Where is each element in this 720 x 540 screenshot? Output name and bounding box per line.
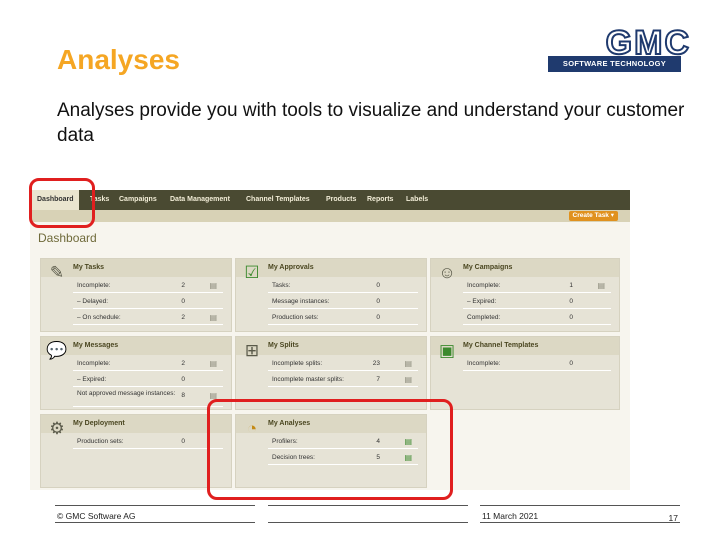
panel-my-messages: 💬 My Messages Incomplete: 2 ▤ – Expired: 0 … — [40, 336, 232, 410]
table-row[interactable]: Incomplete master splits: 7 ▤ — [268, 373, 418, 387]
logo-tagline: SOFTWARE TECHNOLOGY — [562, 59, 667, 68]
table-row[interactable]: Incomplete: 0 — [463, 357, 611, 371]
devices-icon: ▣ — [438, 341, 456, 360]
table-row[interactable]: Incomplete: 2 ▤ — [73, 357, 223, 371]
table-row[interactable]: Production sets: 0 — [268, 311, 418, 325]
deployment-icon: ⚙ — [49, 419, 65, 438]
table-row[interactable]: – On schedule: 2 ▤ — [73, 311, 223, 325]
table-row[interactable]: Incomplete splits: 23 ▤ — [268, 357, 418, 371]
dashboard-tab-highlight — [29, 178, 95, 228]
table-row[interactable]: – Expired: 0 — [73, 373, 223, 387]
split-icon: ⊞ — [244, 341, 260, 360]
speech-bubbles-icon: 💬 — [46, 341, 68, 360]
table-row[interactable]: Completed: 0 — [463, 311, 611, 325]
gmc-logo: GMC SOFTWARE TECHNOLOGY — [548, 24, 691, 72]
create-task-button[interactable]: Create Task ▾ — [568, 211, 618, 221]
footer-right: 11 March 2021 17 — [480, 505, 680, 523]
panel-my-deployment: ⚙ My Deployment Production sets: 0 — [40, 414, 232, 488]
panel-title[interactable]: My Splits — [268, 342, 299, 349]
tab-channel-templates[interactable]: Channel Templates — [246, 190, 310, 210]
slide-subtitle: Analyses provide you with tools to visua… — [57, 100, 685, 146]
toolbar: Create Task ▾ — [30, 210, 630, 222]
table-row[interactable]: Not approved message instances: 8 ▤ — [73, 389, 223, 407]
main-nav: Dashboard Tasks Campaigns Data Managemen… — [30, 190, 630, 210]
panel-title[interactable]: My Campaigns — [463, 264, 512, 271]
table-row[interactable]: Incomplete: 1 ▤ — [463, 279, 611, 293]
footer-left: © GMC Software AG — [55, 505, 255, 523]
page-number: 17 — [668, 513, 678, 523]
report-icon[interactable]: ▤ — [404, 375, 412, 384]
tab-campaigns[interactable]: Campaigns — [119, 190, 157, 210]
panel-my-approvals: ☑ My Approvals Tasks: 0 Message instances… — [235, 258, 427, 332]
panel-title[interactable]: My Messages — [73, 342, 118, 349]
report-icon[interactable]: ▤ — [209, 281, 217, 290]
report-icon[interactable]: ▤ — [597, 281, 605, 290]
notepad-icon: ✎ — [49, 263, 65, 282]
report-icon[interactable]: ▤ — [209, 359, 217, 368]
panel-title[interactable]: My Deployment — [73, 420, 125, 427]
logo-tagline-bar: SOFTWARE TECHNOLOGY — [548, 56, 681, 72]
report-icon[interactable]: ▤ — [404, 359, 412, 368]
tab-data-management[interactable]: Data Management — [170, 190, 230, 210]
footer-date: 11 March 2021 — [482, 511, 539, 521]
table-row[interactable]: – Expired: 0 — [463, 295, 611, 309]
footer-copyright: © GMC Software AG — [57, 511, 136, 521]
analyses-panel-highlight — [207, 399, 453, 500]
checkmark-box-icon: ☑ — [244, 263, 260, 282]
panel-my-channel-templates: ▣ My Channel Templates Incomplete: 0 — [430, 336, 620, 410]
panel-title[interactable]: My Tasks — [73, 264, 104, 271]
panel-my-campaigns: ☺ My Campaigns Incomplete: 1 ▤ – Expired: 0… — [430, 258, 620, 332]
report-icon[interactable]: ▤ — [209, 313, 217, 322]
logo-text: GMC — [605, 24, 691, 62]
slide-title: Analyses — [57, 44, 180, 75]
table-row[interactable]: Tasks: 0 — [268, 279, 418, 293]
footer-center — [268, 505, 468, 523]
panel-my-tasks: ✎ My Tasks Incomplete: 2 ▤ – Delayed: 0 – O… — [40, 258, 232, 332]
people-group-icon: ☺ — [438, 263, 456, 282]
page-heading: Dashboard — [38, 231, 97, 245]
panel-title[interactable]: My Channel Templates — [463, 342, 538, 349]
tab-products[interactable]: Products — [326, 190, 356, 210]
table-row[interactable]: Production sets: 0 — [73, 435, 223, 449]
panel-title[interactable]: My Approvals — [268, 264, 314, 271]
table-row[interactable]: Message instances: 0 — [268, 295, 418, 309]
table-row[interactable]: – Delayed: 0 — [73, 295, 223, 309]
tab-labels[interactable]: Labels — [406, 190, 428, 210]
tab-reports[interactable]: Reports — [367, 190, 393, 210]
table-row[interactable]: Incomplete: 2 ▤ — [73, 279, 223, 293]
